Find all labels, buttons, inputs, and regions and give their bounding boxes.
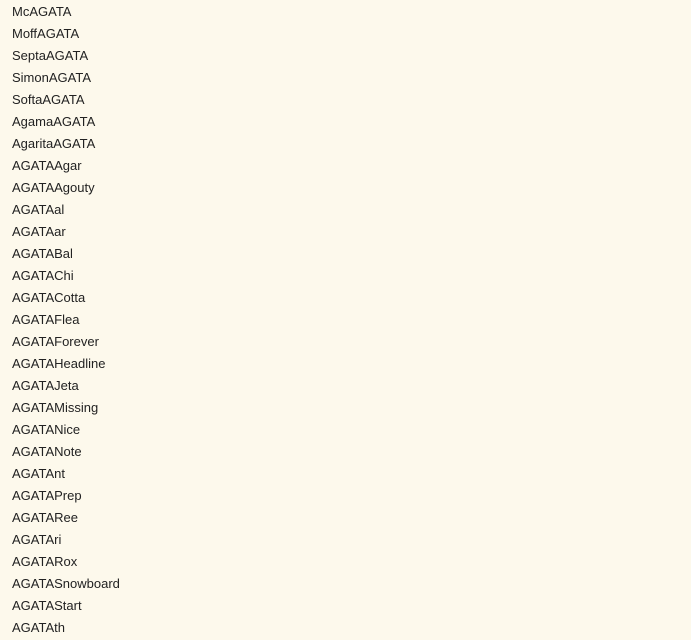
page: McAGATA MoffAGATA SeptaAGATA SimonAGATA … (0, 0, 691, 640)
list-item: AGATAnt (12, 466, 65, 481)
list-item: AGATAChi (12, 268, 74, 283)
list-item: McAGATA (12, 4, 72, 19)
list-item: AGATAForever (12, 334, 99, 349)
list-item: AGATACotta (12, 290, 86, 305)
list-item: AGATAAgouty (12, 180, 95, 195)
list-item: AGATARee (12, 510, 78, 525)
list-item: AGATASnowboard (12, 576, 120, 591)
list-item: AgaritaAGATA (12, 136, 96, 151)
list-item: AGATAAgar (12, 158, 82, 173)
list-item: AGATANice (12, 422, 81, 437)
list-item: AGATANote (12, 444, 82, 459)
list-item: AgamaAGATA (12, 114, 96, 129)
list-item: AGATAFlea (12, 312, 80, 327)
list-item: SeptaAGATA (12, 48, 89, 63)
list-item: SoftaAGATA (12, 92, 85, 107)
list-item: AGATARox (12, 554, 78, 569)
list-item: AGATAth (12, 620, 65, 635)
list-item: AGATAHeadline (12, 356, 106, 371)
list-item: AGATAal (12, 202, 65, 217)
list-item: SimonAGATA (12, 70, 91, 85)
list-item: AGATAar (12, 224, 66, 239)
name-list: McAGATA MoffAGATA SeptaAGATA SimonAGATA … (0, 1, 691, 639)
list-item: AGATAJeta (12, 378, 79, 393)
list-item: AGATAPrep (12, 488, 82, 503)
list-item: AGATAMissing (12, 400, 99, 415)
list-item: AGATAri (12, 532, 62, 547)
list-item: AGATABal (12, 246, 73, 261)
list-item: AGATAStart (12, 598, 82, 613)
list-item: MoffAGATA (12, 26, 80, 41)
